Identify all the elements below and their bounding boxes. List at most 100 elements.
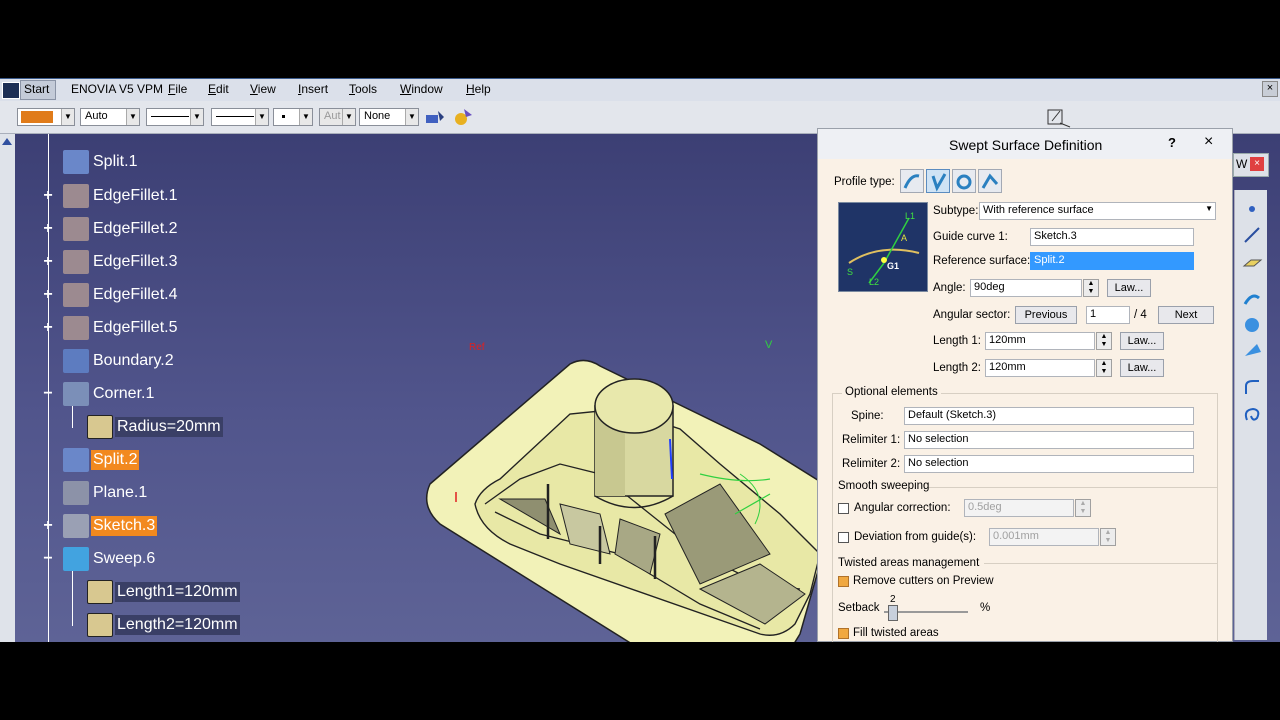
tree-item-sketch-3[interactable]: + Sketch.3 <box>15 514 315 538</box>
tree-label: Length2=120mm <box>115 615 240 635</box>
catia-logo-icon[interactable] <box>2 82 20 99</box>
tree-item-length1-param[interactable]: Length1=120mm <box>15 580 315 604</box>
profile-explicit-button[interactable] <box>900 169 924 193</box>
length1-field[interactable]: 120mm <box>985 332 1095 350</box>
expand-icon[interactable]: + <box>41 320 55 336</box>
tree-scrollbar[interactable] <box>0 134 15 642</box>
tree-item-length2-param[interactable]: Length2=120mm <box>15 613 315 637</box>
deviation-checkbox[interactable] <box>838 532 849 543</box>
transparency-combo[interactable]: Auto ▼ <box>80 108 140 126</box>
window-tab-w[interactable]: W × <box>1233 153 1269 177</box>
expand-icon[interactable]: + <box>41 287 55 303</box>
sector-field[interactable]: 1 <box>1086 306 1130 324</box>
relimiter2-field[interactable]: No selection <box>904 455 1194 473</box>
subtype-combo[interactable]: With reference surface ▼ <box>979 202 1216 220</box>
format-painter-icon[interactable] <box>424 107 446 127</box>
profile-circle-button[interactable] <box>952 169 976 193</box>
tree-item-split-2[interactable]: Split.2 <box>15 448 315 472</box>
length2-law-button[interactable]: Law... <box>1120 359 1164 377</box>
expand-icon[interactable]: + <box>41 518 55 534</box>
tree-item-corner-1[interactable]: − Corner.1 <box>15 382 315 406</box>
preview-l2: L2 <box>869 277 880 287</box>
menu-enovia[interactable]: ENOVIA V5 VPM <box>71 82 163 96</box>
menu-start-label[interactable]: Start <box>24 82 49 96</box>
tree-item-edgefillet-2[interactable]: + EdgeFillet.2 <box>15 217 315 241</box>
length2-field[interactable]: 120mm <box>985 359 1095 377</box>
length1-spinner[interactable]: ▲ ▼ <box>1096 332 1112 350</box>
menu-view[interactable]: View <box>250 82 276 96</box>
menu-edit[interactable]: Edit <box>208 82 229 96</box>
collapse-icon[interactable]: − <box>41 551 55 567</box>
reference-surface-label: Reference surface: <box>933 255 1031 267</box>
preview-l1: L1 <box>905 211 916 221</box>
expand-icon[interactable]: + <box>41 188 55 204</box>
dialog-title-bar: Swept Surface Definition ? × <box>818 129 1232 159</box>
fillet-tool-icon[interactable] <box>1241 376 1263 398</box>
tree-item-split-1[interactable]: Split.1 <box>15 150 315 174</box>
line-tool-icon[interactable] <box>1241 224 1263 246</box>
layer-combo[interactable]: None ▼ <box>359 108 419 126</box>
twisted-areas-label: Twisted areas management <box>838 557 980 569</box>
chevron-down-icon: ▼ <box>342 109 355 125</box>
expand-icon[interactable]: + <box>41 254 55 270</box>
point-symbol-combo[interactable]: ▼ <box>273 108 313 126</box>
tree-item-edgefillet-4[interactable]: + EdgeFillet.4 <box>15 283 315 307</box>
tree-item-edgefillet-1[interactable]: + EdgeFillet.1 <box>15 184 315 208</box>
extrude-tool-icon[interactable] <box>1241 288 1263 310</box>
next-button[interactable]: Next <box>1158 306 1214 324</box>
plane-tool-icon[interactable] <box>1241 252 1263 274</box>
sketch-icon <box>63 514 89 538</box>
menu-help[interactable]: Help <box>466 82 491 96</box>
edgefillet-icon <box>63 250 89 274</box>
chevron-down-icon: ▼ <box>190 109 203 125</box>
tree-item-sweep-6[interactable]: − Sweep.6 <box>15 547 315 571</box>
relimiter1-field[interactable]: No selection <box>904 431 1194 449</box>
preview-g1: G1 <box>887 261 900 271</box>
profile-conic-button[interactable] <box>978 169 1002 193</box>
reference-surface-field[interactable]: Split.2 <box>1030 252 1194 270</box>
tree-item-boundary-2[interactable]: Boundary.2 <box>15 349 315 373</box>
remove-cutters-checkbox[interactable] <box>838 576 849 587</box>
spine-field[interactable]: Default (Sketch.3) <box>904 407 1194 425</box>
line-type-icon <box>216 116 254 117</box>
tree-item-edgefillet-5[interactable]: + EdgeFillet.5 <box>15 316 315 340</box>
tree-item-edgefillet-3[interactable]: + EdgeFillet.3 <box>15 250 315 274</box>
collapse-icon[interactable]: − <box>41 386 55 402</box>
color-combo[interactable]: ▼ <box>17 108 75 126</box>
close-icon[interactable]: × <box>1250 157 1264 171</box>
fill-twisted-checkbox[interactable] <box>838 628 849 639</box>
scroll-up-icon[interactable] <box>2 138 12 145</box>
length1-law-button[interactable]: Law... <box>1120 332 1164 350</box>
sweep-tool-icon[interactable] <box>1241 198 1263 220</box>
sweep-icon <box>63 547 89 571</box>
measure-icon[interactable] <box>1046 107 1072 129</box>
tree-item-radius-param[interactable]: Radius=20mm <box>15 415 315 439</box>
menu-insert[interactable]: Insert <box>298 82 328 96</box>
window-close-icon[interactable]: × <box>1262 81 1278 97</box>
revolve-tool-icon[interactable] <box>1241 314 1263 336</box>
menu-tools[interactable]: Tools <box>349 82 377 96</box>
spiral-tool-icon[interactable] <box>1241 404 1263 426</box>
menu-window[interactable]: Window <box>400 82 443 96</box>
graphic-properties-icon[interactable] <box>452 107 474 127</box>
previous-button[interactable]: Previous <box>1015 306 1077 324</box>
help-button[interactable]: ? <box>1168 135 1176 150</box>
tree-item-plane-1[interactable]: Plane.1 <box>15 481 315 505</box>
angle-spinner[interactable]: ▲ ▼ <box>1083 279 1099 297</box>
linetype-combo[interactable]: ▼ <box>211 108 269 126</box>
sphere-tool-icon[interactable] <box>1241 340 1263 362</box>
expand-icon[interactable]: + <box>41 221 55 237</box>
menu-file[interactable]: File <box>168 82 187 96</box>
profile-line-button[interactable] <box>926 169 950 193</box>
ref-label: Ref <box>469 342 485 353</box>
close-button[interactable]: × <box>1204 133 1213 151</box>
length2-spinner[interactable]: ▲ ▼ <box>1096 359 1112 377</box>
setback-slider-thumb[interactable] <box>888 605 898 621</box>
tree-label: Radius=20mm <box>115 417 223 437</box>
tree-label: EdgeFillet.1 <box>93 187 178 204</box>
angle-field[interactable]: 90deg <box>970 279 1082 297</box>
linewidth-combo[interactable]: ▼ <box>146 108 204 126</box>
guide-curve-field[interactable]: Sketch.3 <box>1030 228 1194 246</box>
angle-law-button[interactable]: Law... <box>1107 279 1151 297</box>
angular-correction-checkbox[interactable] <box>838 503 849 514</box>
